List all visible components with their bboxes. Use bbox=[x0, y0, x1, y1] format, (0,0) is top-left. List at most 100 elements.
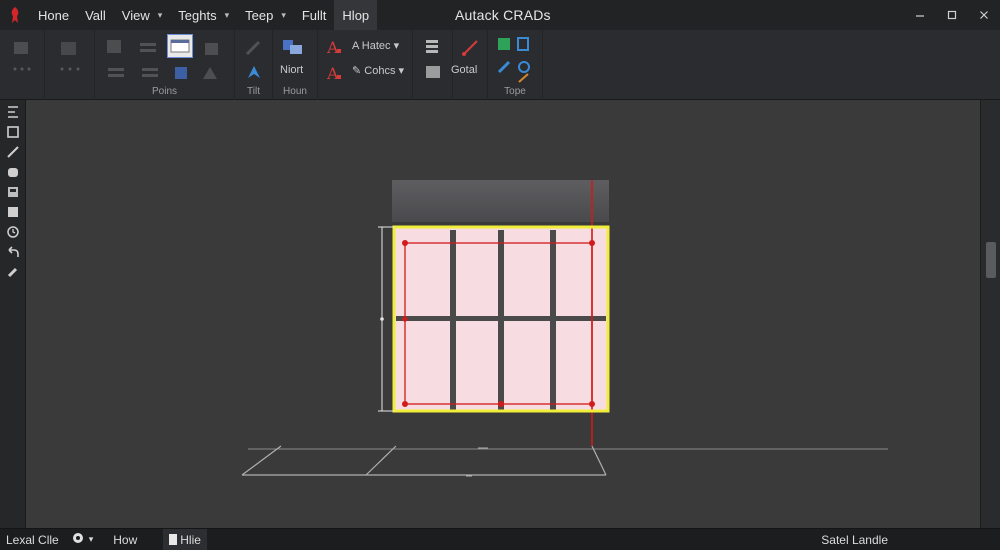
status-right-label: Satel Landle bbox=[821, 533, 888, 547]
svg-text:A: A bbox=[326, 38, 339, 57]
menu-label: View bbox=[121, 7, 150, 23]
dialog-icon[interactable] bbox=[167, 34, 193, 58]
bookmark-tool-icon[interactable] bbox=[0, 122, 26, 142]
ribbon-group-label: Houn bbox=[283, 86, 307, 97]
title-bar: Hone Vall View ▾ Teghts ▾ Teep ▾ Fullt Hlop… bbox=[0, 0, 1000, 30]
grip-point[interactable] bbox=[402, 401, 408, 407]
shape-tool-icon[interactable] bbox=[0, 162, 26, 182]
menu-label: Fullt bbox=[301, 7, 327, 23]
ribbon-group-poins: Poins bbox=[95, 30, 235, 100]
insert-block-icon[interactable] bbox=[279, 36, 307, 58]
ribbon-group-tilt: Tilt bbox=[235, 30, 273, 100]
text-scale-icon[interactable]: A bbox=[324, 62, 344, 84]
chevron-down-icon: ▾ bbox=[281, 9, 286, 20]
status-gear-dropdown[interactable]: ▾ bbox=[65, 529, 100, 550]
grip-point[interactable] bbox=[498, 401, 504, 407]
blue-block-icon[interactable] bbox=[514, 35, 534, 53]
ribbon-group-modify bbox=[45, 30, 95, 100]
snap-icon[interactable] bbox=[494, 58, 514, 76]
app-title: Autack CRADs bbox=[455, 7, 551, 23]
drawing-svg bbox=[241, 180, 888, 477]
plane-edge bbox=[365, 445, 397, 476]
chevron-down-icon: ▾ bbox=[398, 65, 405, 77]
clock-tool-icon[interactable] bbox=[0, 222, 26, 242]
chevron-down-icon: ▾ bbox=[88, 534, 94, 544]
chevron-down-icon: ▾ bbox=[393, 40, 400, 52]
drawing-canvas[interactable] bbox=[26, 100, 980, 528]
menu-bar: Hone Vall View ▾ Teghts ▾ Teep ▾ Fullt Hlop bbox=[30, 0, 378, 30]
status-how[interactable]: How bbox=[107, 529, 143, 550]
niort-button[interactable]: Niort bbox=[280, 64, 303, 76]
vertical-scrollbar[interactable] bbox=[980, 100, 1000, 528]
ribbon: Poins Tilt Niort Houn A A A Hatec ▾ ✎ Co… bbox=[0, 30, 1000, 100]
wrench-icon: ✎ bbox=[352, 65, 362, 77]
menu-fullt[interactable]: Fullt bbox=[294, 0, 335, 30]
more-icon[interactable] bbox=[9, 64, 35, 74]
menu-vall[interactable]: Vall bbox=[77, 0, 114, 30]
close-icon[interactable] bbox=[968, 0, 1000, 30]
autocad-logo-icon[interactable] bbox=[0, 0, 30, 30]
gotal-button[interactable]: Gotal bbox=[451, 64, 477, 76]
status-layout-tab[interactable]: Lexal Clle bbox=[0, 529, 65, 550]
select-tool-icon[interactable] bbox=[0, 102, 26, 122]
menu-label: Hone bbox=[38, 7, 70, 23]
green-block-icon[interactable] bbox=[494, 35, 514, 53]
shape-icon[interactable] bbox=[199, 64, 221, 82]
grip-point[interactable] bbox=[402, 316, 408, 322]
rectangle-tool-icon[interactable] bbox=[0, 202, 26, 222]
table-icon[interactable] bbox=[137, 38, 161, 60]
maximize-icon[interactable] bbox=[936, 0, 968, 30]
minimize-icon[interactable] bbox=[904, 0, 936, 30]
transom bbox=[396, 316, 606, 321]
gallery-tool-icon[interactable] bbox=[0, 182, 26, 202]
line-tool-icon[interactable] bbox=[11, 38, 33, 58]
ribbon-group-tope: Tope bbox=[488, 30, 543, 100]
grid-icon[interactable] bbox=[105, 66, 127, 80]
undo-tool-icon[interactable] bbox=[0, 242, 26, 262]
plane-edge bbox=[591, 445, 607, 476]
layer-icon[interactable] bbox=[103, 36, 127, 58]
status-bar: Lexal Clle ▾ How Hlie Satel Landle bbox=[0, 528, 1000, 550]
menu-label: Vall bbox=[85, 7, 106, 23]
file-icon bbox=[169, 534, 178, 545]
header-block[interactable] bbox=[392, 180, 609, 222]
scrollbar-thumb[interactable] bbox=[986, 242, 996, 278]
left-toolbar bbox=[0, 100, 26, 528]
hatch-button[interactable]: A Hatec ▾ bbox=[352, 39, 399, 52]
brush-tool-icon[interactable] bbox=[0, 142, 26, 162]
menu-teep[interactable]: Teep ▾ bbox=[237, 0, 294, 30]
ribbon-group-gotal: Gotal bbox=[451, 30, 488, 100]
pen-icon[interactable] bbox=[242, 38, 266, 58]
ribbon-group-draw bbox=[0, 30, 45, 100]
menu-teghts[interactable]: Teghts ▾ bbox=[170, 0, 237, 30]
menu-view[interactable]: View ▾ bbox=[114, 0, 170, 30]
more-icon[interactable] bbox=[55, 64, 85, 74]
menu-label: Hlop bbox=[342, 7, 370, 23]
window-controls bbox=[904, 0, 1000, 30]
svg-text:A: A bbox=[326, 64, 339, 83]
chevron-down-icon: ▾ bbox=[157, 9, 163, 20]
status-file-tab[interactable]: Hlie bbox=[163, 528, 207, 550]
menu-label: Teghts bbox=[178, 7, 217, 23]
pencil-tool-icon[interactable] bbox=[0, 262, 26, 282]
grip-point[interactable] bbox=[589, 401, 595, 407]
cube-icon[interactable] bbox=[171, 64, 191, 82]
list-icon[interactable] bbox=[139, 66, 161, 80]
area-icon[interactable] bbox=[421, 62, 445, 82]
block-icon[interactable] bbox=[201, 38, 225, 60]
draw-line-icon[interactable] bbox=[459, 36, 483, 58]
ribbon-group-label: Poins bbox=[151, 86, 177, 97]
arrow-tool-icon[interactable] bbox=[242, 62, 266, 82]
pencil-icon[interactable] bbox=[514, 72, 534, 84]
grip-point[interactable] bbox=[589, 240, 595, 246]
menu-hlop[interactable]: Hlop bbox=[334, 0, 378, 30]
measure-icon[interactable] bbox=[421, 36, 445, 58]
text-style-icon[interactable]: A bbox=[324, 36, 344, 58]
chevron-down-icon: ▾ bbox=[224, 9, 230, 20]
colors-button[interactable]: ✎ Cohcs ▾ bbox=[352, 64, 404, 77]
menu-hone[interactable]: Hone bbox=[30, 0, 77, 30]
ribbon-group-label: Tope bbox=[504, 86, 526, 97]
grip-point[interactable] bbox=[402, 240, 408, 246]
dimension-midpoint bbox=[380, 317, 384, 321]
copy-tool-icon[interactable] bbox=[57, 38, 81, 60]
